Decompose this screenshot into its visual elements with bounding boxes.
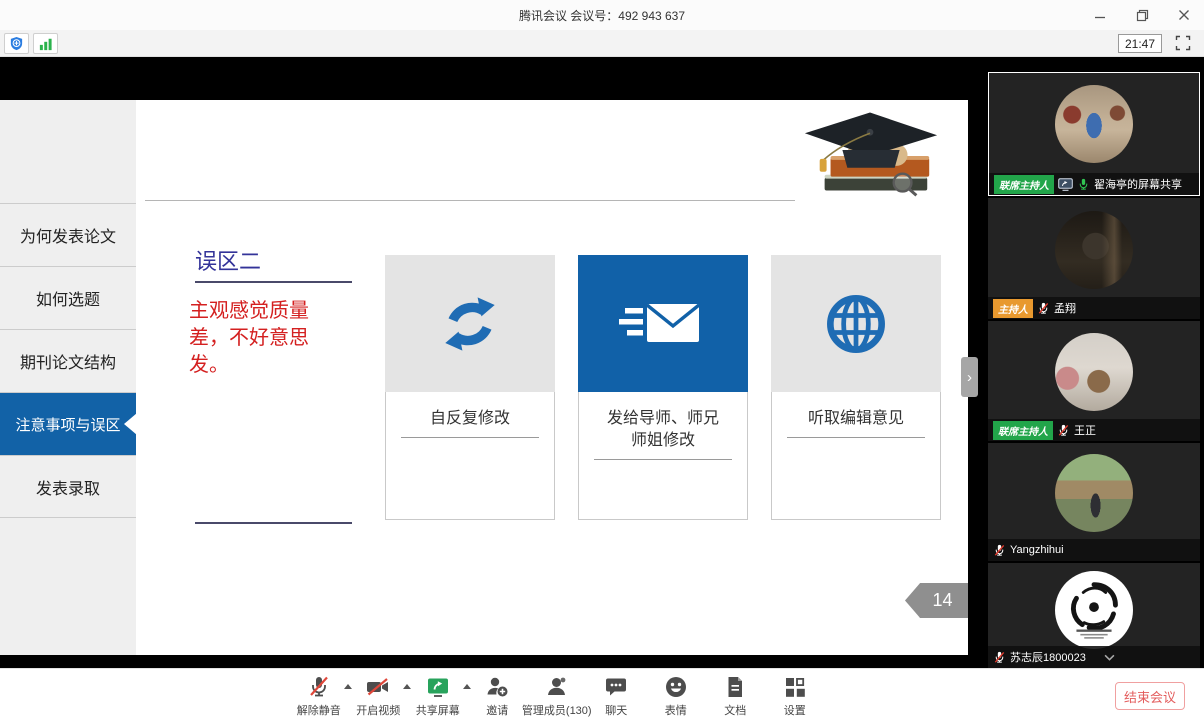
participant-tile[interactable]: 联席主持人 王正 — [988, 321, 1200, 441]
chevron-right-icon: › — [967, 369, 972, 386]
mic-muted-icon — [993, 651, 1006, 664]
participant-name: 翟海亭的屏幕共享 — [1094, 176, 1182, 192]
minimize-button[interactable] — [1090, 5, 1110, 25]
slide-card-send-to-mentor: 发给导师、师兄 师姐修改 — [578, 255, 748, 520]
role-badge: 联席主持人 — [993, 421, 1053, 440]
globe-icon — [818, 286, 894, 362]
panel-collapse-button[interactable]: › — [961, 357, 978, 397]
role-badge: 主持人 — [993, 299, 1033, 318]
invite-icon — [484, 673, 510, 700]
slide-header-divider — [145, 200, 795, 201]
settings-icon — [782, 673, 808, 700]
emoji-icon — [663, 673, 689, 700]
avatar — [1055, 571, 1133, 649]
camera-off-icon — [365, 673, 391, 700]
card-rule — [594, 459, 732, 460]
mic-muted-icon — [993, 544, 1006, 557]
documents-button[interactable]: 文档 — [706, 673, 766, 718]
role-badge: 联席主持人 — [994, 175, 1054, 194]
participants-panel: 联席主持人 翟海亭的屏幕共享 主持人 孟翔 联席主持人 王正 — [984, 57, 1204, 668]
manage-members-button[interactable]: 管理成员(130) — [527, 673, 587, 718]
mic-on-icon — [1077, 178, 1090, 191]
college-logo-icon — [1055, 571, 1133, 649]
invite-button[interactable]: 邀请 — [468, 673, 528, 718]
avatar — [1055, 85, 1133, 163]
shared-screen-stage: 为何发表论文 如何选题 期刊论文结构 注意事项与误区 发表录取 — [0, 57, 1204, 668]
card-label: 自反复修改 — [386, 408, 554, 430]
screen-share-icon — [1058, 178, 1073, 191]
meeting-clock: 21:47 — [1118, 34, 1162, 53]
fullscreen-icon[interactable] — [1175, 35, 1192, 52]
avatar — [1055, 211, 1133, 289]
note-underline — [195, 522, 352, 524]
participant-name: Yangzhihui — [1010, 544, 1064, 556]
card-label: 听取编辑意见 — [772, 408, 940, 430]
slide-card-self-revise: 自反复修改 — [385, 255, 555, 520]
mic-muted-icon — [306, 673, 332, 700]
presentation-slide: 为何发表论文 如何选题 期刊论文结构 注意事项与误区 发表录取 — [0, 100, 968, 655]
avatar — [1055, 333, 1133, 411]
meeting-toolbar: 解除静音 开启视频 共 — [0, 668, 1204, 721]
close-icon[interactable] — [1174, 5, 1194, 25]
card-rule — [787, 437, 925, 438]
shield-icon — [9, 36, 24, 51]
start-video-button[interactable]: 开启视频 — [349, 673, 409, 718]
members-icon — [544, 673, 570, 700]
slide-nav-column: 为何发表论文 如何选题 期刊论文结构 注意事项与误区 发表录取 — [0, 100, 136, 655]
participant-tile[interactable]: 苏志辰1800023 — [988, 563, 1200, 668]
network-security-button[interactable] — [4, 33, 29, 54]
window-titlebar: 腾讯会议 会议号：492 943 637 — [0, 0, 1204, 30]
meeting-status-bar: 21:47 — [0, 30, 1204, 57]
window-title: 腾讯会议 会议号：492 943 637 — [519, 7, 685, 24]
card-label: 发给导师、师兄 师姐修改 — [579, 408, 747, 452]
participant-name: 孟翔 — [1054, 300, 1076, 316]
slide-nav-item: 发表录取 — [0, 455, 136, 518]
participant-name: 苏志辰1800023 — [1010, 649, 1086, 665]
restore-button[interactable] — [1132, 5, 1152, 25]
avatar — [1055, 454, 1133, 532]
recycle-icon — [432, 286, 508, 362]
mic-muted-icon — [1037, 302, 1050, 315]
unmute-button[interactable]: 解除静音 — [289, 673, 349, 718]
participant-name: 王正 — [1074, 422, 1096, 438]
slide-nav-item: 如何选题 — [0, 266, 136, 329]
mail-send-icon — [617, 292, 709, 356]
slide-nav-item: 为何发表论文 — [0, 203, 136, 266]
settings-button[interactable]: 设置 — [765, 673, 825, 718]
slide-card-editor-feedback: 听取编辑意见 — [771, 255, 941, 520]
graduation-cap-image — [797, 104, 945, 200]
chat-icon — [603, 673, 629, 700]
slide-page-number: 14 — [905, 583, 968, 618]
participant-tile[interactable]: 联席主持人 翟海亭的屏幕共享 — [988, 72, 1200, 196]
slide-heading: 误区二 — [195, 244, 261, 276]
mic-muted-icon — [1057, 424, 1070, 437]
heading-underline — [195, 281, 352, 283]
chat-button[interactable]: 聊天 — [587, 673, 647, 718]
share-screen-icon — [425, 673, 451, 700]
slide-nav-item-active: 注意事项与误区 — [0, 392, 136, 455]
end-meeting-button[interactable]: 结束会议 — [1115, 682, 1185, 710]
signal-quality-button[interactable] — [33, 33, 58, 54]
participant-tile[interactable]: Yangzhihui — [988, 443, 1200, 561]
chevron-down-icon — [1104, 654, 1115, 661]
slide-nav-item: 期刊论文结构 — [0, 329, 136, 392]
document-icon — [722, 673, 748, 700]
emoji-button[interactable]: 表情 — [646, 673, 706, 718]
signal-bars-icon — [39, 37, 53, 51]
participant-tile[interactable]: 主持人 孟翔 — [988, 198, 1200, 319]
card-rule — [401, 437, 539, 438]
share-screen-button[interactable]: 共享屏幕 — [408, 673, 468, 718]
slide-note-text: 主观感觉质量 差，不好意思 发。 — [189, 298, 364, 379]
